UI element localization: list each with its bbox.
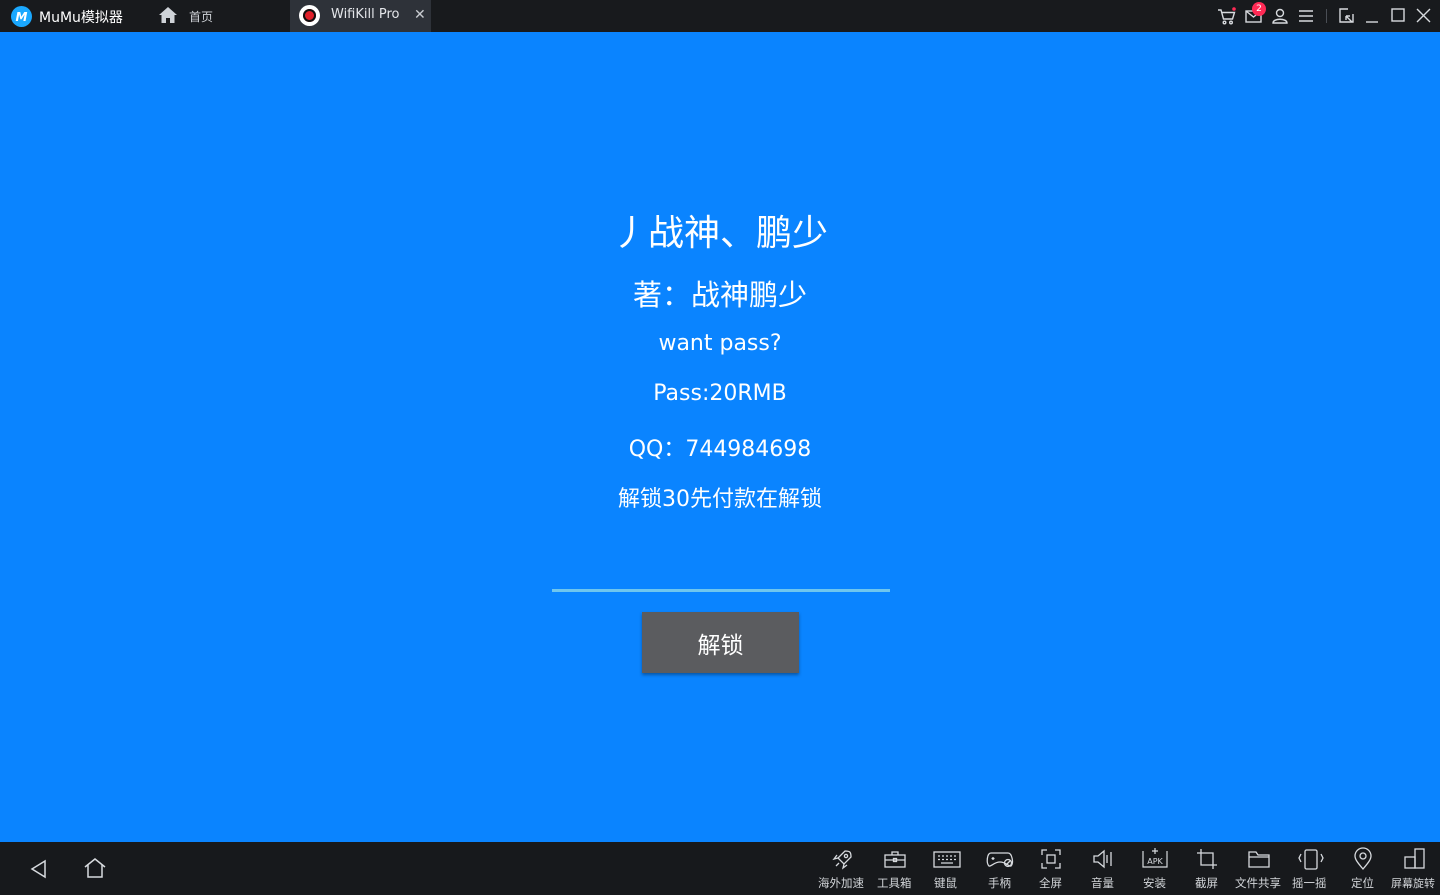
fullscreen-icon [1041, 849, 1061, 869]
folder-icon [1248, 851, 1270, 868]
tool-label: 安装 [1143, 876, 1166, 890]
minimize-icon[interactable] [1361, 5, 1383, 27]
brand-name: MuMu模拟器 [39, 10, 123, 26]
tool-label: 文件共享 [1235, 876, 1281, 890]
gamepad-icon [986, 852, 1014, 868]
rocket-icon [832, 850, 852, 870]
tool-label: 屏幕旋转 [1391, 877, 1435, 890]
tool-label: 全屏 [1039, 876, 1062, 890]
keyboard-icon [933, 851, 961, 868]
password-input[interactable] [552, 556, 890, 592]
author-line: 著：战神鹏少 [632, 278, 807, 312]
maximize-icon[interactable] [1387, 5, 1409, 27]
price-text: Pass:20RMB [653, 381, 787, 406]
home-icon [159, 7, 177, 23]
tab-home[interactable]: 首页 [150, 0, 290, 32]
shake-icon [1298, 849, 1324, 870]
tool-keyboard-mouse[interactable]: 键鼠 [930, 842, 964, 895]
tool-label: 定位 [1351, 876, 1374, 890]
tool-location[interactable]: 定位 [1348, 842, 1378, 895]
rotate-icon [1404, 848, 1425, 869]
menu-icon[interactable] [1295, 5, 1317, 27]
tool-label: 摇一摇 [1292, 876, 1327, 890]
tab-home-label: 首页 [189, 10, 214, 24]
bottom-toolbar: 海外加速 工具箱 键鼠 手柄 全屏 音量 APK 安装 截屏 文件共享 摇一摇 … [0, 842, 1440, 895]
tool-volume[interactable]: 音量 [1088, 842, 1118, 895]
volume-icon [1093, 849, 1112, 869]
app-heading: 丿战神、鹏少 [611, 213, 828, 254]
crop-icon [1197, 849, 1217, 869]
toolbox-icon [884, 851, 906, 868]
unlock-notice-text: 解锁30先付款在解锁 [618, 487, 822, 512]
mail-badge: 2 [1252, 2, 1266, 16]
tool-screenshot[interactable]: 截屏 [1192, 842, 1222, 895]
want-pass-text: want pass? [658, 331, 782, 356]
shrink-icon[interactable] [1335, 5, 1357, 27]
tool-label: 海外加速 [818, 876, 864, 890]
mumu-logo-icon: M [11, 6, 32, 27]
tab-wifikill-pro[interactable]: WifiKill Pro ✕ [290, 0, 431, 32]
back-icon[interactable] [28, 858, 50, 884]
close-icon[interactable] [1413, 5, 1435, 27]
app-screen: 丿战神、鹏少 著：战神鹏少 want pass? Pass:20RMB QQ：7… [0, 32, 1440, 842]
brand: M MuMu模拟器 [0, 0, 150, 32]
tool-toolbox[interactable]: 工具箱 [876, 842, 914, 895]
close-tab-icon[interactable]: ✕ [414, 8, 426, 22]
apk-icon: APK [1142, 848, 1168, 868]
tool-screen-rotate[interactable]: 屏幕旋转 [1390, 842, 1440, 895]
tool-label: 截屏 [1195, 876, 1218, 890]
tool-file-share[interactable]: 文件共享 [1233, 842, 1285, 895]
app-icon [299, 5, 320, 26]
tool-gamepad[interactable]: 手柄 [983, 842, 1017, 895]
user-icon[interactable] [1269, 5, 1291, 27]
tool-install-apk[interactable]: APK 安装 [1139, 842, 1171, 895]
tool-label: 手柄 [988, 876, 1011, 890]
tool-label: 音量 [1091, 876, 1114, 890]
tool-label: 键鼠 [934, 876, 957, 890]
title-bar: M MuMu模拟器 首页 WifiKill Pro ✕ 2 [0, 0, 1440, 32]
cart-icon[interactable] [1216, 5, 1238, 27]
unlock-button[interactable]: 解锁 [642, 612, 799, 673]
tool-label: 工具箱 [877, 876, 912, 890]
tool-fullscreen[interactable]: 全屏 [1036, 842, 1066, 895]
qq-contact-text: QQ：744984698 [628, 437, 812, 462]
tab-app-label: WifiKill Pro [331, 7, 400, 22]
titlebar-divider [1326, 9, 1327, 23]
home-outline-icon[interactable] [82, 856, 108, 884]
location-icon [1354, 847, 1372, 870]
tool-overseas-accel[interactable]: 海外加速 [818, 842, 868, 895]
svg-text:APK: APK [1147, 857, 1163, 866]
tool-shake[interactable]: 摇一摇 [1290, 842, 1330, 895]
